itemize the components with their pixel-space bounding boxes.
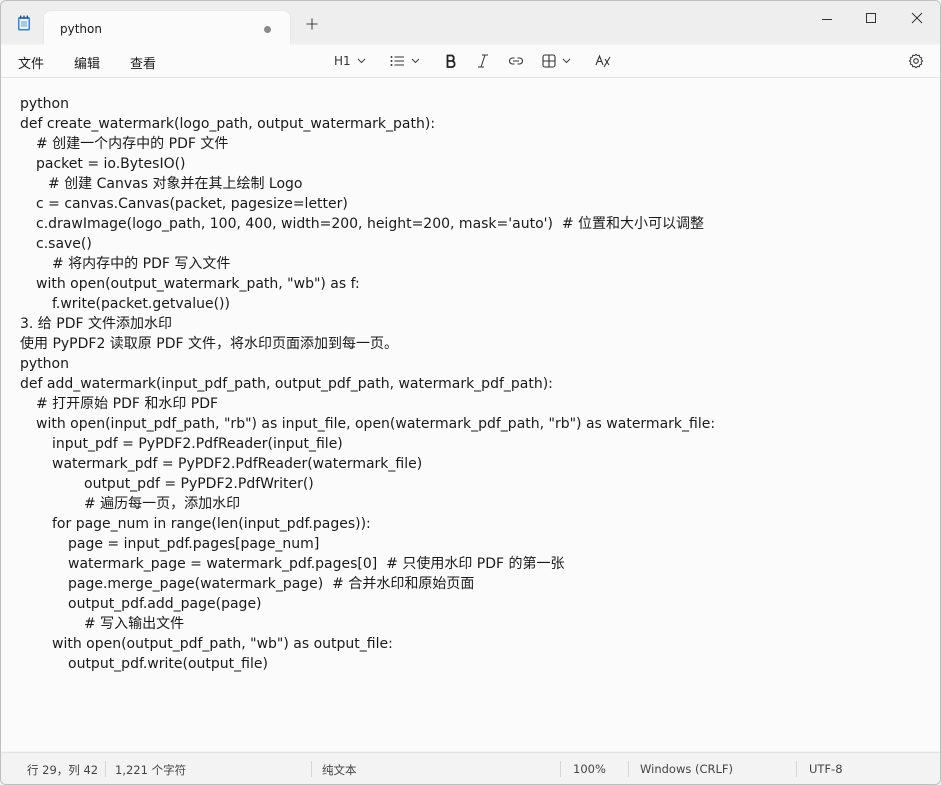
text-line: page.merge_page(watermark_page) # 合并水印和原…	[68, 576, 475, 592]
plus-icon	[306, 18, 318, 30]
text-line: page = input_pdf.pages[page_num]	[68, 536, 320, 552]
text-line: # 打开原始 PDF 和水印 PDF	[36, 396, 219, 412]
menu-view[interactable]: 查看	[130, 53, 156, 72]
new-tab-button[interactable]	[304, 18, 320, 34]
text-line: watermark_pdf = PyPDF2.PdfReader(waterma…	[52, 456, 423, 472]
text-line: with open(output_watermark_path, "wb") a…	[36, 276, 360, 292]
cursor-position: 行 29，列 42	[27, 763, 99, 777]
text-line: packet = io.BytesIO()	[36, 156, 186, 172]
table-icon	[542, 54, 556, 68]
status-separator	[628, 761, 629, 777]
minimize-button[interactable]	[814, 9, 840, 29]
format-mode[interactable]: 纯文本	[322, 762, 357, 778]
notepad-window: python 文件 编辑 查看 H1 python def create_wat…	[0, 0, 941, 785]
encoding[interactable]: UTF-8	[809, 762, 843, 776]
close-icon	[911, 12, 923, 24]
status-separator	[796, 761, 797, 777]
text-line: output_pdf.write(output_file)	[68, 656, 268, 672]
title-bar: python	[1, 1, 940, 45]
text-line: input_pdf = PyPDF2.PdfReader(input_file)	[52, 436, 343, 452]
link-icon	[509, 57, 523, 65]
maximize-button[interactable]	[858, 9, 884, 29]
text-line: python	[20, 96, 69, 112]
chevron-down-icon	[357, 58, 366, 64]
text-line: # 创建一个内存中的 PDF 文件	[36, 136, 229, 152]
list-dropdown[interactable]	[390, 51, 420, 71]
clear-formatting-button[interactable]	[595, 51, 611, 71]
italic-icon	[478, 54, 488, 68]
text-line: c = canvas.Canvas(packet, pagesize=lette…	[36, 196, 348, 212]
heading-dropdown[interactable]: H1	[334, 51, 366, 71]
tab-title: python	[60, 22, 102, 36]
text-line: python	[20, 356, 69, 372]
unsaved-dot-icon[interactable]	[264, 26, 271, 33]
line-ending[interactable]: Windows (CRLF)	[640, 762, 733, 776]
maximize-icon	[866, 13, 876, 23]
chevron-down-icon	[411, 58, 420, 64]
text-line: output_pdf.add_page(page)	[68, 596, 262, 612]
text-line: # 创建 Canvas 对象并在其上绘制 Logo	[48, 176, 303, 192]
bulleted-list-icon	[390, 56, 404, 66]
status-separator	[105, 761, 106, 777]
text-editor[interactable]: python def create_watermark(logo_path, ou…	[1, 78, 940, 751]
editor-lines: python def create_watermark(logo_path, ou…	[20, 94, 715, 674]
text-line: # 遍历每一页，添加水印	[84, 496, 241, 512]
bold-button[interactable]	[445, 51, 457, 71]
text-line: c.save()	[36, 236, 92, 252]
table-dropdown[interactable]	[542, 51, 571, 71]
status-bar: 行 29，列 42 1,221 个字符 纯文本 100% Windows (CR…	[1, 752, 940, 784]
text-line: output_pdf = PyPDF2.PdfWriter()	[84, 476, 314, 492]
minimize-icon	[822, 19, 832, 20]
menu-toolbar: 文件 编辑 查看 H1	[1, 45, 940, 78]
text-line: def create_watermark(logo_path, output_w…	[20, 116, 436, 132]
text-line: 3. 给 PDF 文件添加水印	[20, 316, 172, 332]
zoom-level[interactable]: 100%	[573, 762, 606, 776]
text-line: f.write(packet.getvalue())	[52, 296, 230, 312]
menu-edit[interactable]: 编辑	[74, 53, 100, 72]
italic-button[interactable]	[477, 51, 489, 71]
text-line: with open(input_pdf_path, "rb") as input…	[36, 416, 716, 432]
text-line: 使用 PyPDF2 读取原 PDF 文件，将水印页面添加到每一页。	[20, 336, 398, 352]
clear-formatting-icon	[595, 54, 611, 68]
text-line: # 将内存中的 PDF 写入文件	[52, 256, 231, 272]
gear-icon	[908, 53, 924, 69]
notepad-app-icon	[18, 15, 30, 31]
settings-button[interactable]	[908, 51, 924, 71]
chevron-down-icon	[562, 58, 571, 64]
link-button[interactable]	[508, 51, 524, 71]
text-line: c.drawImage(logo_path, 100, 400, width=2…	[36, 216, 705, 232]
close-button[interactable]	[904, 9, 930, 29]
text-line: with open(output_pdf_path, "wb") as outp…	[52, 636, 393, 652]
document-tab[interactable]: python	[44, 11, 290, 45]
heading-label: H1	[334, 54, 351, 68]
character-count: 1,221 个字符	[115, 763, 187, 777]
text-line: # 写入输出文件	[84, 616, 185, 632]
text-line: def add_watermark(input_pdf_path, output…	[20, 376, 553, 392]
bold-icon	[446, 54, 456, 68]
text-line: watermark_page = watermark_pdf.pages[0] …	[68, 556, 565, 572]
status-separator	[560, 761, 561, 777]
text-line: for page_num in range(len(input_pdf.page…	[52, 516, 371, 532]
status-separator	[311, 761, 312, 777]
menu-file[interactable]: 文件	[18, 53, 44, 72]
